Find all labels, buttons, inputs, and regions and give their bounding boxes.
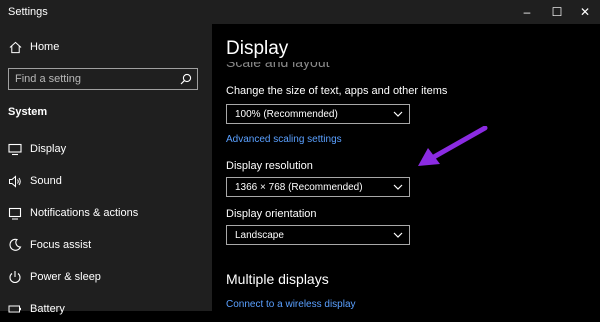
sidebar-item-sound[interactable]: Sound bbox=[0, 170, 212, 194]
speaker-icon bbox=[8, 174, 22, 188]
sidebar-item-power-sleep[interactable]: Power & sleep bbox=[0, 266, 212, 290]
moon-icon bbox=[8, 238, 22, 252]
home-icon bbox=[8, 40, 22, 54]
scale-dropdown[interactable]: 100% (Recommended) bbox=[226, 104, 410, 124]
sidebar-item-display[interactable]: Display bbox=[0, 138, 212, 162]
sidebar-item-label: Display bbox=[30, 143, 67, 155]
battery-icon bbox=[8, 302, 22, 316]
chevron-down-icon bbox=[393, 232, 403, 238]
home-nav-item[interactable]: Home bbox=[0, 36, 212, 60]
orientation-label: Display orientation bbox=[226, 208, 317, 220]
resolution-label: Display resolution bbox=[226, 160, 313, 172]
search-input[interactable] bbox=[15, 72, 175, 86]
scale-value: 100% (Recommended) bbox=[235, 109, 338, 120]
orientation-value: Landscape bbox=[235, 230, 284, 241]
title-bar: Settings – ☐ ✕ bbox=[0, 0, 600, 24]
chevron-down-icon bbox=[393, 184, 403, 190]
advanced-scaling-link[interactable]: Advanced scaling settings bbox=[226, 134, 342, 145]
sidebar-item-label: Notifications & actions bbox=[30, 207, 139, 219]
main-content: Display Scale and layout Change the size… bbox=[212, 24, 600, 311]
sidebar-item-focus-assist[interactable]: Focus assist bbox=[0, 234, 212, 258]
multiple-displays-heading: Multiple displays bbox=[226, 271, 329, 287]
sidebar-item-label: Battery bbox=[30, 303, 65, 315]
sidebar-item-battery[interactable]: Battery bbox=[0, 298, 212, 322]
sidebar-item-notifications[interactable]: Notifications & actions bbox=[0, 202, 212, 226]
orientation-dropdown[interactable]: Landscape bbox=[226, 225, 410, 245]
resolution-dropdown[interactable]: 1366 × 768 (Recommended) bbox=[226, 177, 410, 197]
power-icon bbox=[8, 270, 22, 284]
sidebar-item-label: Sound bbox=[30, 175, 62, 187]
page-title: Display bbox=[226, 38, 289, 59]
sidebar-item-label: Power & sleep bbox=[30, 271, 101, 283]
wireless-display-link[interactable]: Connect to a wireless display bbox=[226, 299, 356, 310]
scale-label: Change the size of text, apps and other … bbox=[226, 85, 448, 97]
chevron-down-icon bbox=[393, 111, 403, 117]
window-title: Settings bbox=[8, 6, 48, 18]
sidebar: Home System Display Sound Notifica bbox=[0, 24, 212, 315]
sidebar-item-label: Focus assist bbox=[30, 239, 92, 251]
search-icon[interactable] bbox=[179, 72, 193, 86]
maximize-button[interactable]: ☐ bbox=[542, 0, 572, 24]
search-box[interactable] bbox=[8, 68, 198, 90]
notification-icon bbox=[8, 206, 22, 220]
section-label: System bbox=[8, 106, 48, 118]
resolution-value: 1366 × 768 (Recommended) bbox=[235, 182, 363, 193]
settings-window: Settings – ☐ ✕ Home System Display bbox=[0, 0, 600, 315]
close-button[interactable]: ✕ bbox=[570, 0, 600, 24]
minimize-button[interactable]: – bbox=[512, 0, 542, 24]
monitor-icon bbox=[8, 142, 22, 156]
home-label: Home bbox=[30, 41, 60, 53]
